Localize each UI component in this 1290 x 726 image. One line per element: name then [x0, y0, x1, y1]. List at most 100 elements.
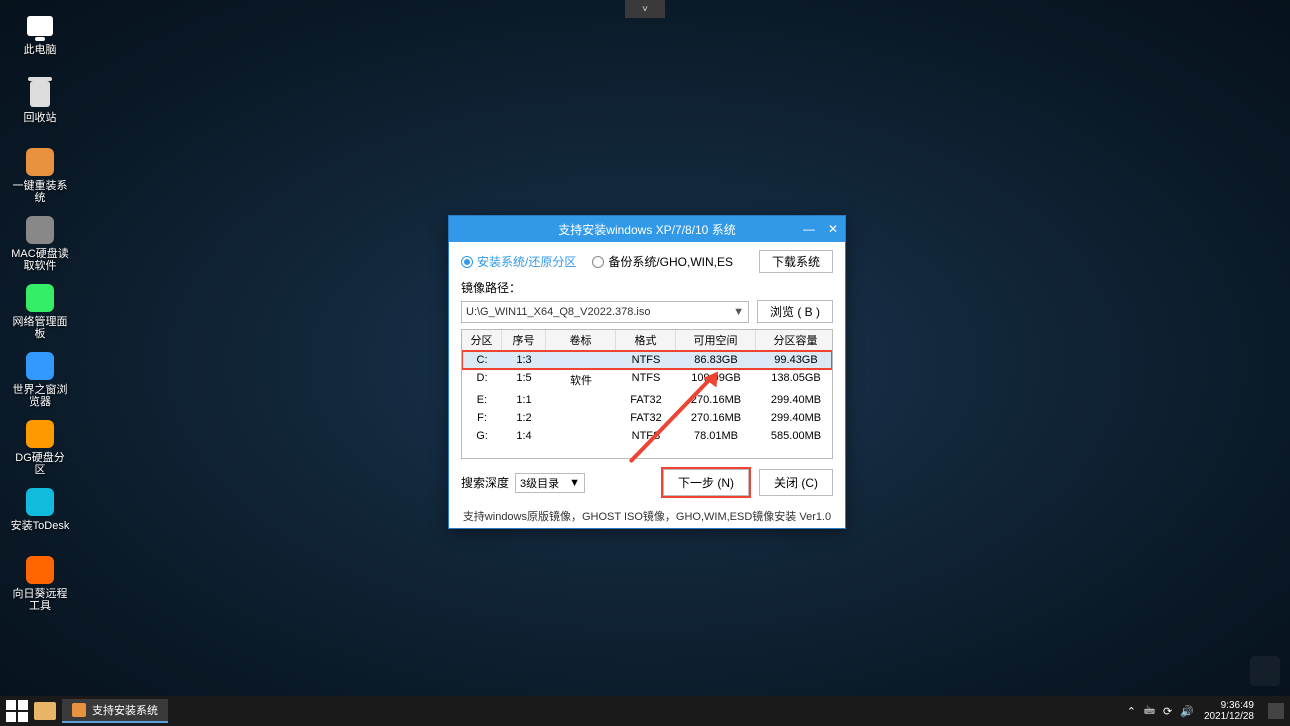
cell-partition: C:: [462, 351, 502, 369]
path-label: 镜像路径：: [461, 279, 833, 296]
action-center-ghost: [1250, 656, 1280, 686]
app-icon: [26, 284, 54, 312]
cell-cap: 299.40MB: [756, 409, 833, 427]
cell-label: [546, 409, 616, 427]
cell-free: 86.83GB: [676, 351, 756, 369]
taskbar-item-icon: [72, 703, 86, 717]
desktop-icon-area: 此电脑回收站一键重装系统 MAC硬盘读取软件网络管理面板世界之窗浏览器 DG硬盘分区…: [10, 10, 80, 622]
taskbar-right: ⌃ 🖮 ⟳ 🔊 9:36:49 2021/12/28: [1127, 700, 1284, 722]
app-icon: [26, 488, 54, 516]
download-system-button[interactable]: 下载系统: [759, 250, 833, 273]
table-row[interactable]: E:1:1FAT32270.16MB299.40MB: [462, 391, 832, 409]
desktop-icon[interactable]: 一键重装系统: [10, 146, 70, 210]
cell-cap: 299.40MB: [756, 391, 833, 409]
radio-install-label: 安装系统/还原分区: [477, 253, 576, 270]
desktop-icon-label: 回收站: [24, 112, 57, 124]
cell-cap: 138.05GB: [756, 369, 833, 391]
cell-format: NTFS: [616, 369, 676, 391]
cell-partition: F:: [462, 409, 502, 427]
desktop-icon[interactable]: 回收站: [10, 78, 70, 142]
th-label: 卷标: [546, 330, 616, 350]
desktop-icon-label: 向日葵远程工具: [10, 588, 70, 612]
app-icon: [26, 216, 54, 244]
desktop-icon[interactable]: 此电脑: [10, 10, 70, 74]
cell-partition: D:: [462, 369, 502, 391]
tray-icon[interactable]: 🖮: [1144, 702, 1155, 721]
th-format: 格式: [616, 330, 676, 350]
cell-number: 1:2: [502, 409, 546, 427]
taskbar-left: 支持安装系统: [6, 699, 168, 723]
dialog-note: 支持windows原版镜像，GHOST ISO镜像，GHO,WIM,ESD镜像安…: [449, 502, 845, 528]
close-button[interactable]: 关闭 (C): [759, 469, 833, 496]
notification-icon[interactable]: [1268, 703, 1284, 719]
desktop-icon[interactable]: 安装ToDesk: [10, 486, 70, 550]
clock-date: 2021/12/28: [1204, 711, 1254, 722]
close-icon[interactable]: ✕: [821, 216, 845, 242]
depth-label: 搜索深度: [461, 474, 509, 491]
taskbar-item-installer[interactable]: 支持安装系统: [62, 699, 168, 723]
tray-icon[interactable]: ⟳: [1163, 705, 1172, 718]
system-tray[interactable]: ⌃ 🖮 ⟳ 🔊: [1127, 702, 1194, 721]
desktop-icon-label: 网络管理面板: [10, 316, 70, 340]
clock-time: 9:36:49: [1204, 700, 1254, 711]
desktop-icon-label: MAC硬盘读取软件: [10, 248, 70, 272]
cell-cap: 99.43GB: [756, 351, 833, 369]
cell-cap: 585.00MB: [756, 427, 833, 445]
radio-backup[interactable]: 备份系统/GHO,WIN,ES: [592, 253, 733, 270]
th-partition: 分区: [462, 330, 502, 350]
table-row[interactable]: F:1:2FAT32270.16MB299.40MB: [462, 409, 832, 427]
mode-radio-row: 安装系统/还原分区 备份系统/GHO,WIN,ES 下载系统: [461, 250, 833, 273]
dialog-footer: 搜索深度 3级目录 ▼ 下一步 (N) 关闭 (C): [461, 469, 833, 496]
pc-icon: [27, 16, 53, 36]
minimize-button[interactable]: —: [797, 216, 821, 242]
start-button[interactable]: [6, 700, 28, 722]
desktop-icon-label: 安装ToDesk: [11, 520, 70, 532]
cell-number: 1:3: [502, 351, 546, 369]
depth-value: 3级目录: [520, 475, 559, 491]
app-icon: [26, 420, 54, 448]
table-row[interactable]: C:1:3 NTFS86.83GB99.43GB: [462, 351, 832, 369]
radio-install[interactable]: 安装系统/还原分区: [461, 253, 576, 270]
radio-backup-label: 备份系统/GHO,WIN,ES: [608, 253, 733, 270]
titlebar[interactable]: 支持安装windows XP/7/8/10 系统 — ✕: [449, 216, 845, 242]
image-path-value: U:\G_WIN11_X64_Q8_V2022.378.iso: [466, 306, 650, 318]
desktop-icon-label: 世界之窗浏览器: [10, 384, 70, 408]
tray-icon[interactable]: ⌃: [1127, 705, 1136, 718]
desktop-icon[interactable]: 网络管理面板: [10, 282, 70, 346]
desktop-icon[interactable]: 世界之窗浏览器: [10, 350, 70, 414]
cell-partition: G:: [462, 427, 502, 445]
cell-format: NTFS: [616, 351, 676, 369]
table-header: 分区 序号 卷标 格式 可用空间 分区容量: [462, 330, 832, 351]
clock[interactable]: 9:36:49 2021/12/28: [1204, 700, 1254, 722]
cell-partition: E:: [462, 391, 502, 409]
app-icon: [26, 148, 54, 176]
browse-button[interactable]: 浏览 ( B ): [757, 300, 833, 323]
taskbar-item-label: 支持安装系统: [92, 702, 158, 718]
app-icon: [26, 556, 54, 584]
dialog-body: 安装系统/还原分区 备份系统/GHO,WIN,ES 下载系统 镜像路径： U:\…: [449, 242, 845, 502]
th-free: 可用空间: [676, 330, 756, 350]
th-number: 序号: [502, 330, 546, 350]
next-button[interactable]: 下一步 (N): [663, 469, 749, 496]
top-pull-tab[interactable]: ˅: [625, 0, 665, 18]
dialog-title: 支持安装windows XP/7/8/10 系统: [558, 221, 735, 238]
file-explorer-icon[interactable]: [34, 702, 56, 720]
depth-group: 搜索深度 3级目录 ▼: [461, 473, 585, 493]
taskbar: 支持安装系统 ⌃ 🖮 ⟳ 🔊 9:36:49 2021/12/28: [0, 696, 1290, 726]
cell-format: FAT32: [616, 391, 676, 409]
cell-label: [546, 351, 616, 369]
cell-free: 270.16MB: [676, 409, 756, 427]
th-cap: 分区容量: [756, 330, 833, 350]
desktop-icon[interactable]: DG硬盘分区: [10, 418, 70, 482]
cell-label: 软件: [546, 369, 616, 391]
radio-dot-icon: [592, 256, 604, 268]
depth-combo[interactable]: 3级目录 ▼: [515, 473, 585, 493]
image-path-combo[interactable]: U:\G_WIN11_X64_Q8_V2022.378.iso ▼: [461, 301, 749, 323]
tray-icon[interactable]: 🔊: [1180, 705, 1194, 718]
desktop-icon[interactable]: MAC硬盘读取软件: [10, 214, 70, 278]
cell-number: 1:1: [502, 391, 546, 409]
cell-number: 1:4: [502, 427, 546, 445]
table-row[interactable]: D:1:5软件NTFS109.99GB138.05GB: [462, 369, 832, 391]
desktop-icon[interactable]: 向日葵远程工具: [10, 554, 70, 618]
desktop-icon-label: 此电脑: [24, 44, 57, 56]
